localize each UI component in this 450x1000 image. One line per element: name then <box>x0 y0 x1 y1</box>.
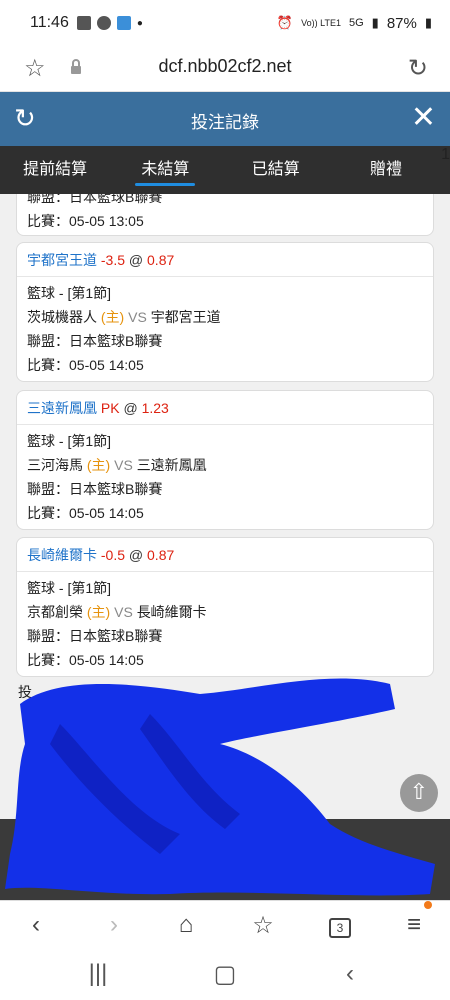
bookmarks-icon[interactable]: ☆ <box>243 911 283 940</box>
vs-label: VS <box>114 604 133 620</box>
bet-card: 長崎維爾卡 -0.5 @ 0.87 籃球 - [第1節] 京都創榮 (主) VS… <box>16 537 434 677</box>
back-icon[interactable]: ‹ <box>16 911 56 939</box>
matchup-text: 茨城機器人 (主) VS 宇都宮王道 <box>27 305 423 329</box>
home-tag: (主) <box>86 457 111 473</box>
selected-team: 宇都宮王道 <box>27 252 97 268</box>
league-text: 聯盟：日本籃球B聯賽 <box>27 628 163 644</box>
vs-label: VS <box>128 309 147 325</box>
menu-icon[interactable]: ≡ <box>394 911 434 939</box>
back-nav-icon[interactable]: ‹ <box>330 960 370 988</box>
status-time: 11:46 <box>30 14 69 31</box>
tab-label: 已結算 <box>251 161 300 178</box>
tab-label: 提前結算 <box>23 161 88 178</box>
matchup-text: 三河海馬 (主) VS 三遠新鳳凰 <box>27 453 423 477</box>
bet-card: 三遠新鳳凰 PK @ 1.23 籃球 - [第1節] 三河海馬 (主) VS 三… <box>16 390 434 530</box>
odds-value: 1.23 <box>141 400 169 416</box>
more-dot-icon: ● <box>136 17 143 29</box>
tab-settled[interactable]: 已結算 <box>221 146 331 194</box>
away-team: 三遠新鳳凰 <box>136 457 207 473</box>
sport-period-text: 籃球 - [第1節] <box>27 433 112 449</box>
selected-team: 長崎維爾卡 <box>27 547 97 563</box>
app-header: ↻ 投注記錄 ✕ <box>0 92 450 146</box>
home-team: 三河海馬 <box>27 457 83 473</box>
bet-list[interactable]: 聯盟：日本籃球B聯賽 比賽：05-05 13:05 宇都宮王道 -3.5 @ 0… <box>0 194 450 900</box>
match-time-text: 比賽：05-05 14:05 <box>27 357 144 373</box>
odds-value: 0.87 <box>147 252 175 268</box>
home-tag: (主) <box>100 309 125 325</box>
battery-label: 87% <box>386 14 417 32</box>
home-nav-icon[interactable]: ▢ <box>205 960 245 989</box>
at-symbol: @ <box>128 252 144 268</box>
tab-bar: 提前結算 未結算 已結算 贈禮 1 <box>0 146 450 194</box>
page-title: 投注記錄 <box>191 113 259 132</box>
close-icon[interactable]: ✕ <box>411 100 436 135</box>
tab-unsettled[interactable]: 未結算 <box>110 146 220 194</box>
tab-label: 贈禮 <box>369 161 402 178</box>
match-time-text: 比賽：05-05 14:05 <box>27 505 144 521</box>
tabs-button[interactable]: 3 <box>320 911 360 939</box>
sport-period-text: 籃球 - [第1節] <box>27 580 112 596</box>
sport-period-text: 籃球 - [第1節] <box>27 285 112 301</box>
alarm-icon: ⏰ <box>276 15 294 30</box>
system-nav-bar: ||| ▢ ‹ <box>0 952 450 1000</box>
bet-selection: 長崎維爾卡 -0.5 @ 0.87 <box>17 538 433 572</box>
network-label: 5G <box>348 17 364 29</box>
signal-icon: ▮ <box>371 15 379 30</box>
scroll-to-top-button[interactable]: ⇧ <box>400 774 438 812</box>
handicap-value: PK <box>100 400 120 416</box>
browser-toolbar: ‹ › ⌂ ☆ 3 ≡ <box>0 900 450 952</box>
redaction-scribble <box>5 678 435 896</box>
tab-early-settle[interactable]: 提前結算 <box>0 146 110 194</box>
status-right: ⏰ Vo)) LTE1 5G ▮ 87% ▮ <box>277 15 432 32</box>
recents-icon[interactable]: ||| <box>78 960 118 988</box>
gallery-notification-icon <box>76 16 91 30</box>
forward-icon[interactable]: › <box>94 911 134 939</box>
away-team: 長崎維爾卡 <box>136 604 207 620</box>
home-team: 茨城機器人 <box>27 309 97 325</box>
at-symbol: @ <box>123 400 138 416</box>
volte-label: Vo)) LTE1 <box>301 18 341 28</box>
selected-team: 三遠新鳳凰 <box>27 400 97 416</box>
app-notification-icon <box>116 16 131 30</box>
matchup-text: 京都創榮 (主) VS 長崎維爾卡 <box>27 600 423 624</box>
tab-gifts[interactable]: 贈禮 <box>331 146 441 194</box>
league-text: 聯盟：日本籃球B聯賽 <box>27 481 163 497</box>
home-icon[interactable]: ⌂ <box>166 911 206 939</box>
url-text[interactable]: dcf.nbb02cf2.net <box>0 56 450 77</box>
handicap-value: -0.5 <box>100 547 126 563</box>
league-text: 聯盟：日本籃球B聯賽 <box>27 333 163 349</box>
address-bar[interactable]: ☆ dcf.nbb02cf2.net ↻ <box>0 46 450 92</box>
chat-notification-icon <box>96 16 111 30</box>
bet-selection: 三遠新鳳凰 PK @ 1.23 <box>17 391 433 425</box>
status-bar: 11:46 ● ⏰ Vo)) LTE1 5G ▮ 87% ▮ <box>0 0 450 46</box>
tab-count: 3 <box>329 918 351 938</box>
reload-icon[interactable]: ↻ <box>408 54 428 83</box>
bet-selection: 宇都宮王道 -3.5 @ 0.87 <box>17 243 433 277</box>
home-tag: (主) <box>86 604 111 620</box>
handicap-value: -3.5 <box>100 252 126 268</box>
active-tab-indicator <box>135 183 196 186</box>
at-symbol: @ <box>128 547 144 563</box>
league-text: 聯盟：日本籃球B聯賽 <box>27 194 163 205</box>
odds-value: 0.87 <box>147 547 175 563</box>
bet-card: 聯盟：日本籃球B聯賽 比賽：05-05 13:05 <box>16 194 434 236</box>
notification-icons: ● <box>76 16 143 30</box>
unsettled-count-badge: 1 <box>441 146 450 163</box>
match-time-text: 比賽：05-05 13:05 <box>27 213 144 229</box>
tab-label: 未結算 <box>141 161 190 178</box>
battery-icon: ▮ <box>424 15 432 30</box>
bet-card: 宇都宮王道 -3.5 @ 0.87 籃球 - [第1節] 茨城機器人 (主) V… <box>16 242 434 382</box>
vs-label: VS <box>114 457 133 473</box>
away-team: 宇都宮王道 <box>150 309 221 325</box>
menu-notification-dot <box>424 901 432 909</box>
home-team: 京都創榮 <box>27 604 83 620</box>
